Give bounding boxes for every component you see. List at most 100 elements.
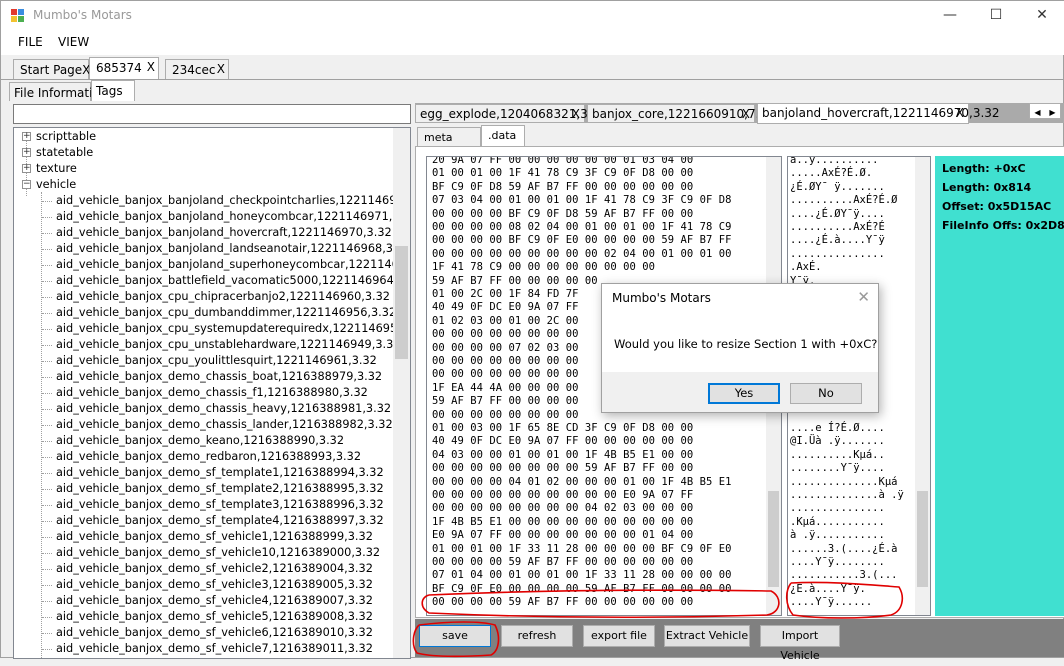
tree-item-label: aid_vehicle_banjox_demo_chassis_lander,1…	[56, 418, 393, 431]
tab-file-information[interactable]: File Information	[9, 82, 107, 101]
tree-line	[42, 521, 52, 522]
tab-scroll-right-icon[interactable]: ▶	[1045, 106, 1060, 120]
tree-item-label: aid_vehicle_banjox_demo_chassis_boat,121…	[56, 370, 383, 383]
editor-tabs: meta editor .data	[415, 125, 1064, 157]
tree-line	[42, 585, 52, 586]
tree-line	[42, 297, 52, 298]
close-tab-icon[interactable]: X	[572, 107, 580, 121]
tag-tab-banjoland-hovercraft[interactable]: banjoland_hovercraft,1221146970,3.32 X	[757, 103, 1000, 124]
tree-folder-label: scripttable	[36, 130, 97, 143]
dialog-title: Mumbo's Motars	[612, 291, 711, 305]
close-tab-icon[interactable]: X	[217, 62, 225, 76]
tag-tabs: egg_explode,1204068321,3.13 X banjox_cor…	[415, 103, 1064, 124]
doc-tab-label: 685374	[96, 61, 142, 75]
tag-tab-banjox-core[interactable]: banjox_core,1221660910,7.06 X	[587, 104, 775, 123]
dialog-message: Would you like to resize Section 1 with …	[614, 337, 878, 351]
tree-item-label: aid_vehicle_banjox_cpu_unstablehardware,…	[56, 338, 401, 351]
tree-line	[42, 537, 52, 538]
tree-line	[42, 457, 52, 458]
tab-data[interactable]: .data	[481, 125, 525, 146]
tree-line	[42, 601, 52, 602]
hex-row: 00 00 00 00 59 AF B7 FF 00 00 00 00 00 0…	[432, 596, 694, 609]
tree-item-label: aid_vehicle_banjox_demo_sf_vehicle10,121…	[56, 546, 381, 559]
close-window-button[interactable]: ✕	[1019, 1, 1064, 31]
maximize-button[interactable]: ☐	[973, 1, 1019, 31]
ascii-scrollbar-thumb[interactable]	[917, 491, 928, 587]
info-length: Length: 0x814	[942, 181, 1032, 194]
tree-item-label: aid_vehicle_banjox_banjoland_hovercraft,…	[56, 226, 392, 239]
tab-meta-editor[interactable]: meta editor	[417, 127, 481, 157]
tree-item-label: aid_vehicle_banjox_banjoland_honeycombca…	[56, 210, 411, 223]
tree-item-label: aid_vehicle_banjox_demo_sf_template2,121…	[56, 482, 384, 495]
tree-line	[42, 233, 52, 234]
tree-item-label: aid_vehicle_banjox_demo_sf_vehicle7,1216…	[56, 642, 373, 655]
tree-line	[42, 441, 52, 442]
tree-folder-label: vehicle	[36, 178, 77, 191]
doc-tab-label: Start PageX	[20, 63, 91, 77]
save-button[interactable]: save	[419, 625, 491, 647]
tree-item-label: aid_vehicle_banjox_demo_sf_vehicle4,1216…	[56, 594, 373, 607]
tree-item-label: aid_vehicle_banjox_demo_chassis_heavy,12…	[56, 402, 392, 415]
tree-line	[42, 617, 52, 618]
dialog-close-icon[interactable]: ✕	[857, 288, 870, 306]
tree-line	[42, 473, 52, 474]
doc-tab-label: 234cec	[172, 63, 216, 77]
refresh-button[interactable]: refresh	[501, 625, 573, 647]
section-info-panel: Length: +0xC Length: 0x814 Offset: 0x5D1…	[935, 156, 1064, 616]
doc-tab-685374[interactable]: 685374 X	[89, 57, 159, 79]
doc-tab-234cec[interactable]: 234cec X	[165, 59, 229, 79]
tree-item-label: aid_vehicle_banjox_demo_sf_vehicle3,1216…	[56, 578, 373, 591]
menu-file[interactable]: FILE	[18, 35, 43, 49]
import-vehicle-button[interactable]: Import Vehicle	[760, 625, 840, 662]
tree-line	[42, 201, 52, 202]
tree-line	[42, 553, 52, 554]
info-length-delta: Length: +0xC	[942, 162, 1026, 175]
tree-item-label: aid_vehicle_banjox_cpu_systemupdaterequi…	[56, 322, 411, 335]
extract-vehicle-button[interactable]: Extract Vehicle	[664, 625, 750, 647]
tree-folder-label: texture	[36, 162, 77, 175]
tree-item-label: aid_vehicle_banjox_demo_keano,1216388990…	[56, 434, 345, 447]
tree-item-label: aid_vehicle_banjox_demo_redbaron,1216388…	[56, 450, 362, 463]
close-tab-icon[interactable]: X	[742, 107, 750, 121]
dialog-yes-button[interactable]: Yes	[708, 383, 780, 404]
tag-tab-egg-explode[interactable]: egg_explode,1204068321,3.13 X	[415, 104, 607, 123]
tree-item-label: aid_vehicle_banjox_banjoland_checkpointc…	[56, 194, 411, 207]
app-icon	[11, 9, 25, 22]
tree-line	[42, 265, 52, 266]
minimize-button[interactable]: —	[927, 1, 973, 31]
doc-tab-start-page[interactable]: Start PageX	[13, 59, 91, 79]
tag-search-input[interactable]	[13, 104, 411, 124]
tree-line	[42, 489, 52, 490]
tab-scroll-buttons: ◀ ▶	[1029, 103, 1061, 119]
tree-item-label: aid_vehicle_banjox_demo_sf_vehicle5,1216…	[56, 610, 373, 623]
document-tabs: Start PageX 685374 X 234cec X	[1, 57, 1064, 79]
tree-scrollbar-thumb[interactable]	[395, 246, 408, 359]
menu-view[interactable]: VIEW	[58, 35, 89, 49]
tree-item-label: aid_vehicle_banjox_cpu_chipracerbanjo2,1…	[56, 290, 390, 303]
tree-item-label: aid_vehicle_banjox_demo_sf_template1,121…	[56, 466, 384, 479]
tree-folder-label: statetable	[36, 146, 94, 159]
close-tab-icon[interactable]: X	[956, 106, 964, 120]
tab-scroll-left-icon[interactable]: ◀	[1030, 106, 1045, 120]
tree-line	[42, 249, 52, 250]
close-tab-icon[interactable]: X	[147, 60, 155, 74]
tree-line	[42, 281, 52, 282]
expand-icon[interactable]: +	[22, 132, 31, 141]
title-bar: Mumbo's Motars — ☐ ✕	[1, 1, 1064, 31]
menu-bar: FILE VIEW	[1, 31, 1064, 55]
info-offset: Offset: 0x5D15AC	[942, 200, 1052, 213]
hex-scrollbar-thumb[interactable]	[768, 491, 779, 587]
tree-line	[42, 313, 52, 314]
tree-item-label: aid_vehicle_banjox_demo_sf_template4,121…	[56, 514, 384, 527]
expand-icon[interactable]: +	[22, 148, 31, 157]
tab-tags[interactable]: Tags	[91, 80, 135, 101]
tree-line	[42, 329, 52, 330]
expand-icon[interactable]: +	[22, 164, 31, 173]
export-file-button[interactable]: export file	[583, 625, 655, 647]
tree-scrollbar[interactable]	[393, 128, 410, 658]
collapse-icon[interactable]: −	[22, 180, 31, 189]
tree-item-label: aid_vehicle_banjox_banjoland_landseanota…	[56, 242, 411, 255]
tag-tree: + scripttable + statetable + texture − v…	[13, 127, 411, 659]
tree-line	[42, 345, 52, 346]
dialog-no-button[interactable]: No	[790, 383, 862, 404]
